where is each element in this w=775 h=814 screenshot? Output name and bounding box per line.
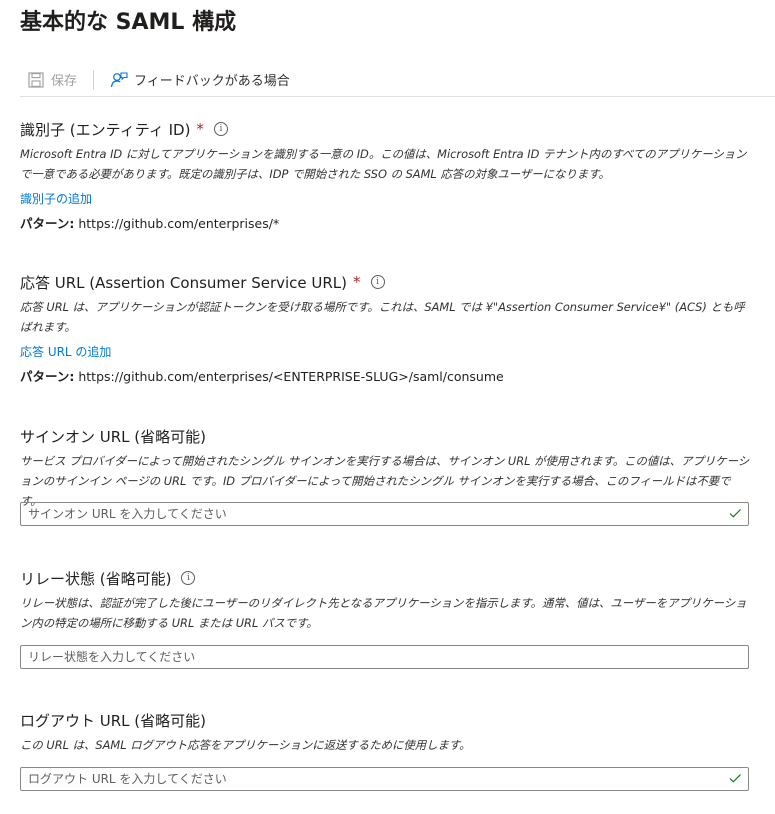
add-reply-url-link[interactable]: 応答 URL の追加 — [20, 343, 755, 360]
identifier-pattern: パターン: https://github.com/enterprises/* — [20, 213, 755, 232]
relay-state-description: リレー状態は、認証が完了した後にユーザーのリダイレクト先となるアプリケーションを… — [20, 596, 747, 630]
reply-url-section: 応答 URL (Assertion Consumer Service URL) … — [20, 271, 755, 385]
relay-state-input[interactable] — [21, 647, 718, 667]
page-title: 基本的な SAML 構成 — [20, 10, 237, 35]
signon-url-input[interactable] — [21, 504, 718, 524]
reply-url-label: 応答 URL (Assertion Consumer Service URL) — [20, 273, 348, 292]
pattern-value: https://github.com/enterprises/* — [78, 216, 280, 231]
required-mark: * — [196, 120, 204, 138]
pattern-label: パターン: — [20, 216, 75, 231]
save-icon — [28, 71, 44, 88]
feedback-button[interactable]: フィードバックがある場合 — [110, 70, 290, 89]
save-button[interactable]: 保存 — [27, 70, 77, 89]
info-icon[interactable]: i — [181, 571, 196, 585]
info-icon[interactable]: i — [370, 275, 385, 289]
relay-state-field — [20, 645, 749, 669]
logout-url-input[interactable] — [21, 769, 718, 789]
pattern-label: パターン: — [20, 369, 75, 384]
reply-url-description: 応答 URL は、アプリケーションが認証トークンを受け取る場所です。これは、SA… — [20, 300, 745, 334]
pattern-value: https://github.com/enterprises/<ENTERPRI… — [78, 369, 504, 384]
identifier-label: 識別子 (エンティティ ID) — [20, 120, 191, 139]
identifier-description: Microsoft Entra ID に対してアプリケーションを識別する一意の … — [20, 147, 747, 181]
info-icon[interactable]: i — [213, 122, 228, 136]
save-label: 保存 — [51, 74, 78, 89]
reply-url-pattern: パターン: https://github.com/enterprises/<EN… — [20, 366, 755, 385]
logout-url-section: ログアウト URL (省略可能) この URL は、SAML ログアウト応答をア… — [20, 709, 755, 755]
feedback-label: フィードバックがある場合 — [134, 74, 290, 89]
relay-state-label-row: リレー状態 (省略可能) i — [20, 567, 755, 589]
logout-url-field — [20, 767, 749, 791]
signon-url-label: サインオン URL (省略可能) — [20, 427, 206, 446]
toolbar-divider — [93, 70, 94, 90]
feedback-person-icon — [110, 71, 128, 87]
add-identifier-link[interactable]: 識別子の追加 — [20, 190, 755, 207]
command-bar: 保存 フィードバックがある場合 — [20, 64, 775, 97]
checkmark-icon — [729, 774, 741, 783]
identifier-label-row: 識別子 (エンティティ ID) * i — [20, 118, 755, 140]
logout-url-label: ログアウト URL (省略可能) — [20, 711, 206, 730]
signon-url-field — [20, 502, 749, 526]
relay-state-label: リレー状態 (省略可能) — [20, 569, 172, 588]
required-mark: * — [353, 273, 361, 291]
relay-state-section: リレー状態 (省略可能) i リレー状態は、認証が完了した後にユーザーのリダイレ… — [20, 567, 755, 633]
reply-url-label-row: 応答 URL (Assertion Consumer Service URL) … — [20, 271, 755, 293]
identifier-section: 識別子 (エンティティ ID) * i Microsoft Entra ID に… — [20, 118, 755, 232]
checkmark-icon — [729, 509, 741, 518]
signon-url-section: サインオン URL (省略可能) サービス プロバイダーによって開始されたシング… — [20, 425, 755, 511]
logout-url-description: この URL は、SAML ログアウト応答をアプリケーションに返送するために使用… — [20, 738, 471, 752]
